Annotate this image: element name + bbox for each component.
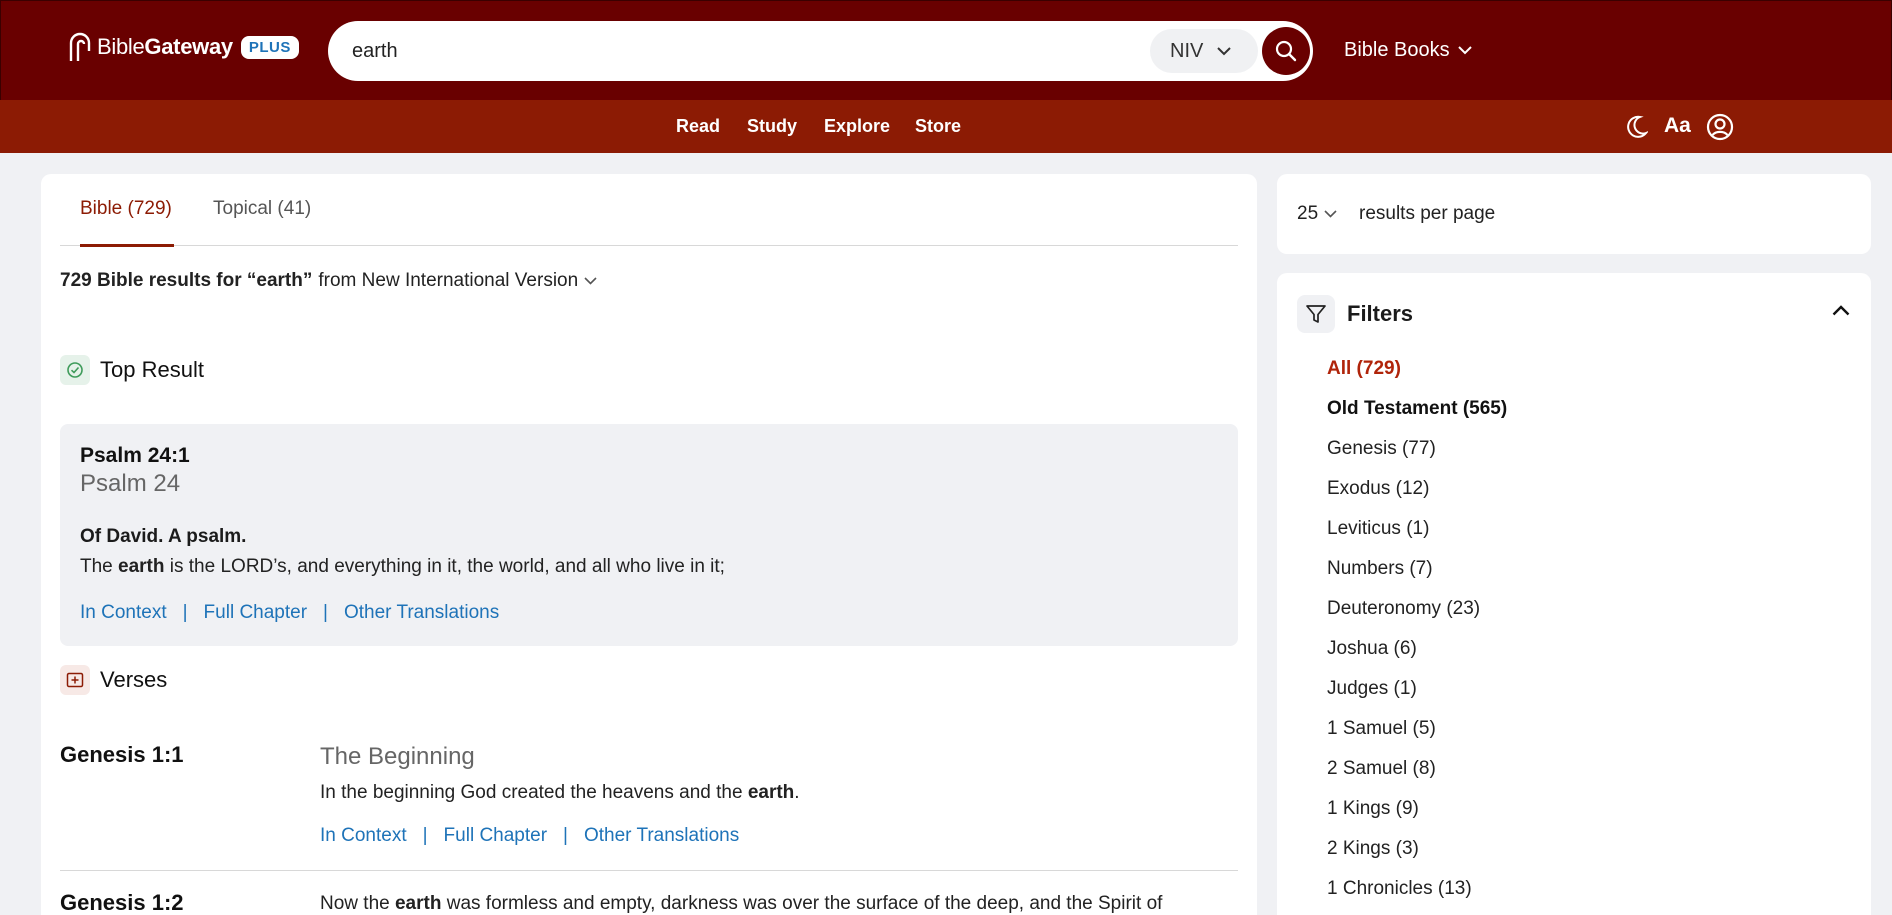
verse-reference[interactable]: Genesis 1:1 (60, 742, 184, 768)
nav-study[interactable]: Study (747, 116, 797, 137)
plus-badge: PLUS (240, 35, 299, 59)
verse-text: Now the earth was formless and empty, da… (320, 893, 1163, 914)
filter-numbers[interactable]: Numbers (7) (1327, 558, 1433, 580)
search-input[interactable] (352, 21, 1152, 81)
logo-mark-icon (67, 31, 95, 63)
verse-reference[interactable]: Genesis 1:2 (60, 890, 184, 915)
chevron-down-icon (1457, 46, 1472, 55)
link-separator: | (323, 602, 328, 623)
filter-1-kings[interactable]: 1 Kings (9) (1327, 798, 1419, 820)
filter-genesis[interactable]: Genesis (77) (1327, 438, 1436, 460)
search-button[interactable] (1262, 27, 1310, 75)
other-translations-link[interactable]: Other Translations (584, 825, 739, 847)
chevron-down-icon (584, 277, 597, 285)
results-per-page-value: 25 (1297, 203, 1319, 224)
search-bar: NIV (328, 21, 1313, 81)
filter-all[interactable]: All (729) (1327, 358, 1401, 380)
active-tab-indicator (80, 244, 174, 247)
verse-section-title: The Beginning (320, 743, 475, 770)
top-result-label: Top Result (100, 357, 204, 382)
chevron-up-icon[interactable] (1832, 305, 1850, 316)
results-per-page-label: results per page (1359, 203, 1496, 224)
tab-bible[interactable]: Bible (729) (80, 198, 172, 220)
verse-links: In Context | Full Chapter | Other Transl… (320, 825, 739, 847)
check-circle-icon (60, 355, 90, 385)
filter-old-testament[interactable]: Old Testament (565) (1327, 398, 1507, 420)
bible-books-label: Bible Books (1344, 39, 1450, 61)
nav-store[interactable]: Store (915, 116, 961, 137)
results-per-page-select[interactable]: 25 (1297, 203, 1337, 225)
top-result-links: In Context | Full Chapter | Other Transl… (80, 602, 499, 624)
book-plus-icon (60, 665, 90, 695)
font-size-button[interactable]: Aa (1664, 114, 1691, 138)
top-result-reference[interactable]: Psalm 24:1 (80, 444, 190, 468)
full-chapter-link[interactable]: Full Chapter (444, 825, 548, 847)
biblegateway-logo[interactable]: BibleGateway PLUS (67, 31, 299, 63)
link-separator: | (563, 825, 568, 846)
in-context-link[interactable]: In Context (80, 602, 167, 624)
filters-title: Filters (1347, 301, 1414, 326)
logo-text-bold: Gateway (144, 34, 233, 59)
in-context-link[interactable]: In Context (320, 825, 407, 847)
verse-text: In the beginning God created the heavens… (320, 782, 800, 803)
chevron-down-icon (1217, 46, 1232, 55)
filters-panel: Filters All (729) Old Testament (565) Ge… (1277, 273, 1871, 915)
keyword-highlight: earth (394, 893, 442, 914)
results-count-text: 729 Bible results for “earth” (60, 270, 313, 291)
filter-deuteronomy[interactable]: Deuteronomy (23) (1327, 598, 1480, 620)
results-summary[interactable]: 729 Bible results for “earth” from New I… (60, 270, 597, 292)
top-result-verse-heading: Of David. A psalm. (80, 526, 247, 547)
verses-heading: Verses (60, 665, 167, 695)
top-result-card: Psalm 24:1 Psalm 24 Of David. A psalm. T… (60, 424, 1238, 646)
tab-topical[interactable]: Topical (41) (213, 198, 311, 220)
filter-2-kings[interactable]: 2 Kings (3) (1327, 838, 1419, 860)
filters-header[interactable]: Filters (1297, 295, 1413, 333)
nav-bar: Read Study Explore Store Aa (0, 100, 1892, 153)
version-label: NIV (1170, 39, 1204, 62)
filter-joshua[interactable]: Joshua (6) (1327, 638, 1417, 660)
account-icon[interactable] (1706, 113, 1734, 146)
nav-read[interactable]: Read (676, 116, 720, 137)
chevron-down-icon (1324, 210, 1337, 218)
nav-explore[interactable]: Explore (824, 116, 890, 137)
results-panel: Bible (729) Topical (41) 729 Bible resul… (41, 174, 1257, 915)
filter-1-chronicles[interactable]: 1 Chronicles (13) (1327, 878, 1472, 900)
filter-exodus[interactable]: Exodus (12) (1327, 478, 1429, 500)
full-chapter-link[interactable]: Full Chapter (204, 602, 308, 624)
dark-mode-moon-icon[interactable] (1626, 115, 1649, 144)
link-separator: | (182, 602, 188, 623)
logo-text-light: Bible (97, 34, 145, 59)
filter-leviticus[interactable]: Leviticus (1) (1327, 518, 1429, 540)
bible-books-menu[interactable]: Bible Books (1344, 39, 1472, 62)
keyword-highlight: earth (118, 556, 165, 577)
filter-judges[interactable]: Judges (1) (1327, 678, 1417, 700)
top-bar: BibleGateway PLUS NIV Bible Books (0, 0, 1892, 100)
results-version-text: from New International Version (318, 270, 579, 291)
filter-funnel-icon (1297, 295, 1335, 333)
top-result-heading: Top Result (60, 355, 204, 385)
filter-1-samuel[interactable]: 1 Samuel (5) (1327, 718, 1436, 740)
verses-label: Verses (100, 667, 168, 692)
results-per-page-panel: 25 results per page (1277, 174, 1871, 254)
version-select[interactable]: NIV (1150, 29, 1258, 73)
filter-2-samuel[interactable]: 2 Samuel (8) (1327, 758, 1436, 780)
verse-divider (60, 870, 1238, 871)
search-icon (1275, 40, 1297, 62)
tab-divider (60, 245, 1238, 246)
keyword-highlight: earth (747, 782, 795, 803)
top-result-chapter-title: Psalm 24 (80, 470, 181, 497)
top-result-verse-text: The earth is the LORD’s, and everything … (80, 556, 725, 577)
link-separator: | (422, 825, 428, 846)
other-translations-link[interactable]: Other Translations (344, 602, 499, 624)
